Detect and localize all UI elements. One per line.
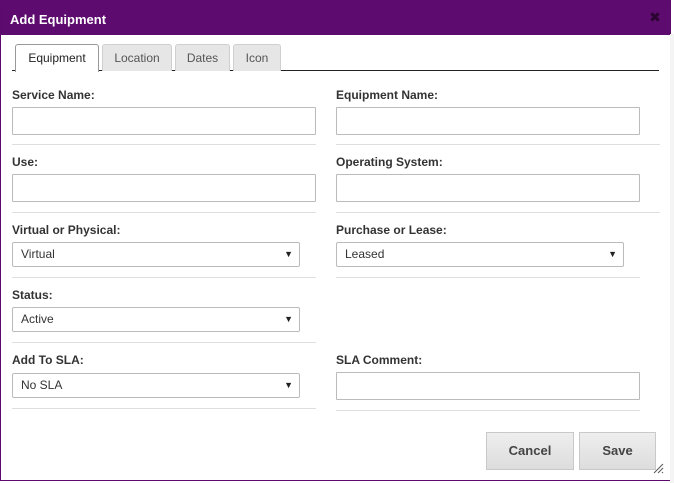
divider [336, 212, 660, 213]
tab-bar: Equipment Location Dates Icon [12, 44, 659, 72]
add-to-sla-value: No SLA [21, 378, 63, 392]
dropdown-arrow-icon: ▼ [284, 314, 293, 324]
close-icon[interactable]: ✖ [648, 10, 662, 24]
purchase-or-lease-value: Leased [345, 247, 385, 261]
background-page-edge [670, 34, 674, 483]
status-label: Status: [12, 288, 53, 302]
purchase-or-lease-label: Purchase or Lease: [336, 223, 447, 237]
resize-grip-icon[interactable] [652, 462, 664, 474]
divider [12, 212, 316, 213]
use-input[interactable] [12, 174, 316, 202]
cancel-button[interactable]: Cancel [486, 432, 574, 470]
divider [336, 410, 640, 411]
dropdown-arrow-icon: ▼ [284, 380, 293, 390]
sla-comment-label: SLA Comment: [336, 353, 423, 367]
dialog-titlebar[interactable]: Add Equipment ✖ [1, 1, 670, 35]
add-to-sla-label: Add To SLA: [12, 353, 84, 367]
operating-system-input[interactable] [336, 174, 640, 202]
dialog-title: Add Equipment [10, 12, 107, 27]
divider [12, 342, 316, 343]
service-name-label: Service Name: [12, 88, 95, 102]
virtual-or-physical-label: Virtual or Physical: [12, 223, 121, 237]
purchase-or-lease-select[interactable]: Leased ▼ [336, 242, 624, 267]
divider [12, 277, 316, 278]
save-button[interactable]: Save [579, 432, 656, 470]
equipment-name-input[interactable] [336, 107, 640, 135]
tab-equipment[interactable]: Equipment [15, 44, 99, 72]
use-label: Use: [12, 155, 39, 169]
dropdown-arrow-icon: ▼ [608, 249, 617, 259]
add-to-sla-select[interactable]: No SLA ▼ [12, 373, 300, 398]
service-name-input[interactable] [12, 107, 316, 135]
divider [336, 144, 660, 145]
status-value: Active [21, 312, 54, 326]
virtual-or-physical-select[interactable]: Virtual ▼ [12, 242, 300, 267]
divider [336, 277, 640, 278]
add-equipment-dialog: Add Equipment ✖ Equipment Location Dates… [0, 0, 671, 481]
dropdown-arrow-icon: ▼ [284, 249, 293, 259]
virtual-or-physical-value: Virtual [21, 247, 55, 261]
divider [12, 144, 316, 145]
tab-icon[interactable]: Icon [233, 44, 281, 71]
tab-dates[interactable]: Dates [175, 44, 230, 71]
equipment-name-label: Equipment Name: [336, 88, 439, 102]
status-select[interactable]: Active ▼ [12, 307, 300, 332]
operating-system-label: Operating System: [336, 155, 443, 169]
divider [12, 408, 316, 409]
sla-comment-input[interactable] [336, 372, 640, 400]
tab-location[interactable]: Location [102, 44, 172, 71]
